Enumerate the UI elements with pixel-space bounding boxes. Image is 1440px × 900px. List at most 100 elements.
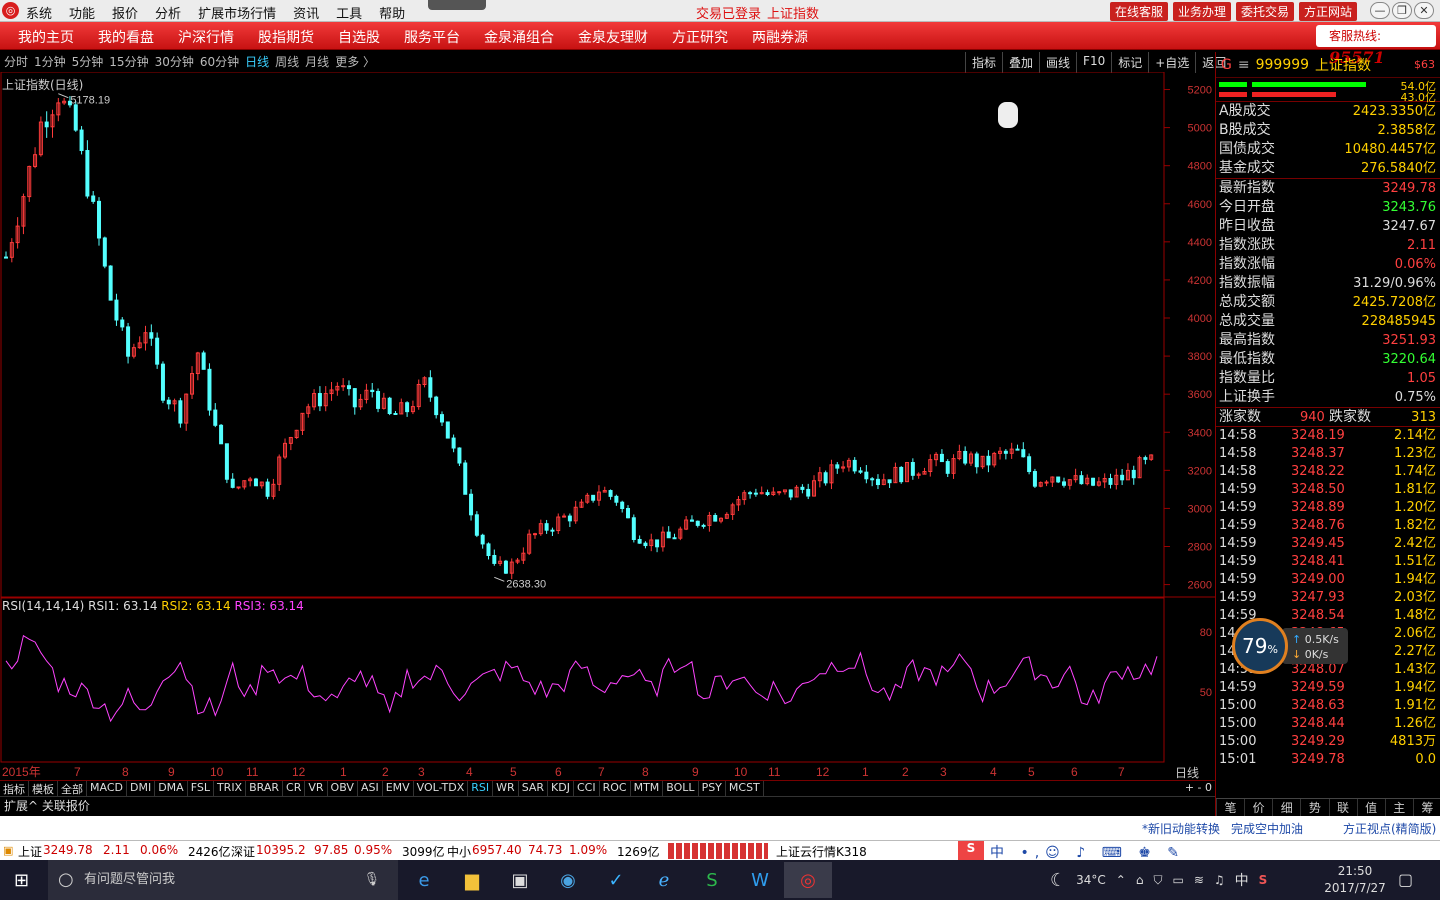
nav-item[interactable]: 自选股 <box>326 27 392 47</box>
indicator-tab[interactable]: VR <box>305 781 328 796</box>
top-button[interactable]: 方正网站 <box>1299 2 1358 21</box>
menu-item[interactable]: 扩展市场行情 <box>198 3 276 22</box>
security-icon[interactable]: ⛉ <box>1153 873 1162 888</box>
volume-icon[interactable]: ♫ <box>1214 873 1225 887</box>
nav-item[interactable]: 股指期货 <box>246 27 326 47</box>
close-icon[interactable]: ✕ <box>1414 2 1434 19</box>
nav-item[interactable]: 我的看盘 <box>86 27 166 47</box>
speed-widget[interactable]: ↑ 0.5K/s ↓ 0K/s 79% <box>1232 618 1350 674</box>
right-tab[interactable]: 主 <box>1384 799 1413 816</box>
notification-icon[interactable]: ▢ <box>1398 870 1413 889</box>
restore-icon[interactable]: ❐ <box>1392 2 1412 19</box>
hotline[interactable]: 客服热线: 95571 <box>1316 25 1436 67</box>
indicator-tab[interactable]: TRIX <box>214 781 247 796</box>
indicator-tab[interactable]: WR <box>493 781 519 796</box>
sogou-icon[interactable]: S <box>958 841 984 861</box>
indicator-tab[interactable]: KDJ <box>548 781 574 796</box>
indicator-tab[interactable]: BOLL <box>663 781 699 796</box>
timeframe-tab[interactable]: 日线 <box>245 52 275 72</box>
chevron-up-icon[interactable]: ⌃ <box>1116 873 1126 887</box>
battery-icon[interactable]: ▭ <box>1173 873 1184 887</box>
right-tab[interactable]: 值 <box>1356 799 1385 816</box>
wifi-icon[interactable]: ≋ <box>1194 873 1204 887</box>
right-tab[interactable]: 势 <box>1300 799 1328 816</box>
timeframe-tab[interactable]: 月线 <box>305 52 335 72</box>
indicator-tab[interactable]: OBV <box>328 781 358 796</box>
edge-icon[interactable]: e <box>400 862 448 898</box>
nav-item[interactable]: 沪深行情 <box>166 27 246 47</box>
store-icon[interactable]: ▣ <box>496 862 544 898</box>
indicator-tab[interactable]: MCST <box>726 781 764 796</box>
timeframe-tab[interactable]: 分时 <box>4 52 34 72</box>
indicator-tab[interactable]: DMI <box>127 781 156 796</box>
taskbar-search[interactable]: ○ 有问题尽管问我 🎙 <box>48 860 398 900</box>
menu-item[interactable]: 分析 <box>155 3 181 22</box>
right-tab[interactable]: 价 <box>1244 799 1272 816</box>
indicator-tab[interactable]: CCI <box>574 781 600 796</box>
timeframe-tab[interactable]: 更多 〉 <box>335 52 381 72</box>
timeframe-tab[interactable]: 60分钟 <box>200 52 245 72</box>
chart-tool[interactable]: +自选 <box>1148 52 1195 73</box>
menu-item[interactable]: 帮助 <box>379 3 405 22</box>
menu-item[interactable]: 报价 <box>112 3 138 22</box>
windows-start-icon[interactable]: ⊞ <box>14 870 29 891</box>
indicator-tab[interactable]: DMA <box>155 781 188 796</box>
ext-toggle[interactable]: 扩展^ <box>4 799 38 813</box>
promo-b[interactable]: 完成空中加油 <box>1231 820 1303 837</box>
chart-tool[interactable]: 标记 <box>1111 52 1148 73</box>
nav-item[interactable]: 我的主页 <box>6 27 86 47</box>
nav-item[interactable]: 金泉涌组合 <box>472 27 566 47</box>
indicator-tab[interactable]: MTM <box>631 781 664 796</box>
indicator-tab[interactable]: CR <box>283 781 306 796</box>
right-tab[interactable]: 细 <box>1272 799 1300 816</box>
top-button[interactable]: 业务办理 <box>1173 2 1232 21</box>
timeframe-tab[interactable]: 15分钟 <box>109 52 154 72</box>
indicator-tab[interactable]: ASI <box>358 781 383 796</box>
menu-item[interactable]: 工具 <box>336 3 362 22</box>
nav-item[interactable]: 两融券源 <box>740 27 820 47</box>
indicator-tab[interactable]: EMV <box>383 781 414 796</box>
chart-tool[interactable]: 指标 <box>965 52 1002 73</box>
indicator-tab[interactable]: VOL-TDX <box>414 781 469 796</box>
timeframe-tab[interactable]: 周线 <box>275 52 305 72</box>
ime-toolbar[interactable]: 中 •,☺ ♪ ⌨ ♚ ✎ <box>990 842 1185 862</box>
nav-item[interactable]: 方正研究 <box>660 27 740 47</box>
top-button[interactable]: 委托交易 <box>1236 2 1295 21</box>
indicator-tab[interactable]: FSL <box>188 781 214 796</box>
timeframe-tab[interactable]: 1分钟 <box>34 52 72 72</box>
ime-indicator[interactable]: 中 <box>1235 870 1249 890</box>
related-quote[interactable]: 关联报价 <box>42 799 90 813</box>
nav-item[interactable]: 服务平台 <box>392 27 472 47</box>
sogou-tray-icon[interactable]: S <box>1259 873 1268 887</box>
app-icon-green[interactable]: S <box>688 862 736 898</box>
menu-item[interactable]: 功能 <box>69 3 95 22</box>
promo-c[interactable]: 方正视点(精简版) <box>1343 820 1436 837</box>
chart-tool[interactable]: F10 <box>1076 52 1111 73</box>
chart-area[interactable]: 5200 5000 4800 4600 4400 4200 4000 3800 3600 3400… <box>0 72 1215 780</box>
timeframe-tab[interactable]: 5分钟 <box>72 52 110 72</box>
right-tab[interactable]: 笔 <box>1216 799 1244 816</box>
chart-tool[interactable]: 叠加 <box>1002 52 1039 73</box>
indicator-tab[interactable]: BRAR <box>246 781 284 796</box>
right-tab[interactable]: 联 <box>1328 799 1357 816</box>
app-icon-w[interactable]: W <box>736 862 784 898</box>
indicator-tab[interactable]: ROC <box>600 781 631 796</box>
menu-item[interactable]: 系统 <box>26 3 52 22</box>
founder-app-icon[interactable]: ◎ <box>784 862 832 898</box>
indicator-tab[interactable]: 全部 <box>58 781 87 796</box>
browser-360-icon[interactable]: ◉ <box>544 862 592 898</box>
indicator-tab[interactable]: RSI <box>468 781 494 796</box>
file-explorer-icon[interactable]: ▆ <box>448 862 496 898</box>
indicator-tab[interactable]: 指标 <box>0 781 29 796</box>
nav-item[interactable]: 金泉友理财 <box>566 27 660 47</box>
app-icon-blue[interactable]: ✓ <box>592 862 640 898</box>
chart-tool[interactable]: 画线 <box>1039 52 1076 73</box>
minimize-icon[interactable]: — <box>1370 2 1390 19</box>
ie-icon[interactable]: ℯ <box>640 862 688 898</box>
indicator-tab[interactable]: PSY <box>699 781 726 796</box>
indicator-controls[interactable]: + - 0 <box>1182 781 1215 796</box>
right-tab[interactable]: 筹 <box>1412 799 1440 816</box>
cloud-quote[interactable]: 上证云行情K318 <box>776 843 867 860</box>
timeframe-tab[interactable]: 30分钟 <box>155 52 200 72</box>
menu-item[interactable]: 资讯 <box>293 3 319 22</box>
